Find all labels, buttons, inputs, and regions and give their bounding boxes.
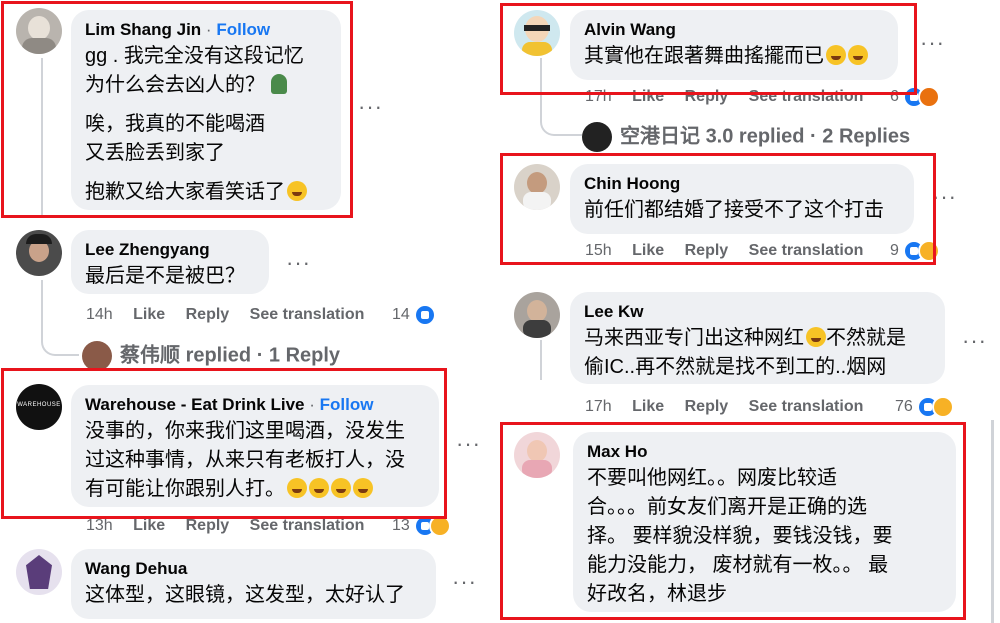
comment-text: 马来西亚专门出这种网红 不然就是 偷IC..再不然就是找不到工的..烟网 — [584, 324, 931, 382]
comment-text: 最后是不是被巴？ — [85, 265, 245, 287]
thread-connector — [540, 100, 582, 136]
highlight-box — [500, 422, 966, 620]
thread-line — [540, 340, 542, 380]
comment-author[interactable]: Lee Zhengyang — [85, 240, 255, 260]
reply-summary: 3.0 replied · 2 Replies — [705, 125, 911, 148]
more-icon[interactable]: ··· — [286, 252, 311, 274]
like-button[interactable]: Like — [133, 517, 165, 534]
like-button[interactable]: Like — [133, 306, 165, 323]
highlight-box — [1, 368, 447, 519]
avatar — [582, 122, 612, 152]
avatar[interactable] — [16, 230, 62, 276]
comment-bubble: Wang Dehua 这体型，这眼镜，这发型，太好认了 — [71, 549, 436, 619]
reply-button[interactable]: Reply — [186, 306, 230, 323]
like-icon — [414, 304, 437, 326]
see-translation-link[interactable]: See translation — [749, 398, 864, 415]
comment-actions: 17h Like Reply See translation — [585, 396, 879, 418]
comment-actions: 14h Like Reply See translation — [86, 304, 380, 326]
see-translation-link[interactable]: See translation — [250, 306, 365, 323]
comment-bubble: Lee Zhengyang 最后是不是被巴？ — [71, 230, 269, 294]
reply-button[interactable]: Reply — [685, 398, 729, 415]
more-icon[interactable]: ··· — [456, 433, 481, 455]
comment-text: 这体型，这眼镜，这发型，太好认了 — [85, 584, 405, 606]
reply-author: 空港日记 — [620, 125, 700, 148]
comment-author[interactable]: Wang Dehua — [85, 559, 422, 579]
thread-connector — [41, 320, 79, 356]
comment-author[interactable]: Lee Kw — [584, 302, 931, 322]
reply-author: 蔡伟顺 — [120, 344, 180, 367]
haha-icon — [932, 396, 955, 418]
right-edge-divider — [991, 420, 994, 623]
comment-bubble: Lee Kw 马来西亚专门出这种网红 不然就是 偷IC..再不然就是找不到工的..… — [570, 292, 945, 384]
view-replies-link[interactable]: 蔡伟顺 replied · 1 Reply — [82, 341, 340, 371]
more-icon[interactable]: ··· — [962, 330, 987, 352]
highlight-box — [500, 153, 936, 265]
reaction-count: 76 — [895, 398, 913, 416]
reply-summary: replied · 1 Reply — [185, 344, 341, 367]
more-icon[interactable]: ··· — [452, 571, 477, 593]
view-replies-link[interactable]: 空港日记 3.0 replied · 2 Replies — [582, 122, 910, 152]
reply-button[interactable]: Reply — [186, 517, 230, 534]
see-translation-link[interactable]: See translation — [250, 517, 365, 534]
like-button[interactable]: Like — [632, 398, 664, 415]
unamused-emoji-icon — [806, 327, 826, 347]
timestamp[interactable]: 17h — [585, 398, 612, 415]
more-icon[interactable]: ··· — [920, 32, 945, 54]
more-icon[interactable]: ··· — [358, 96, 383, 118]
comment-line: 马来西亚专门出这种网红 不然就是 — [584, 327, 906, 349]
reaction-count: 13 — [392, 517, 410, 535]
avatar[interactable] — [16, 549, 62, 595]
reaction-summary[interactable]: 76 — [895, 396, 955, 418]
highlight-box — [500, 3, 917, 95]
reaction-count: 14 — [392, 306, 410, 324]
comment-line: 偷IC..再不然就是找不到工的..烟网 — [584, 356, 887, 378]
timestamp[interactable]: 14h — [86, 306, 113, 323]
timestamp[interactable]: 13h — [86, 517, 113, 534]
reaction-summary[interactable]: 14 — [392, 304, 437, 326]
avatar — [82, 341, 112, 371]
avatar[interactable] — [514, 292, 560, 338]
highlight-box — [1, 1, 353, 218]
angry-icon — [918, 86, 941, 108]
